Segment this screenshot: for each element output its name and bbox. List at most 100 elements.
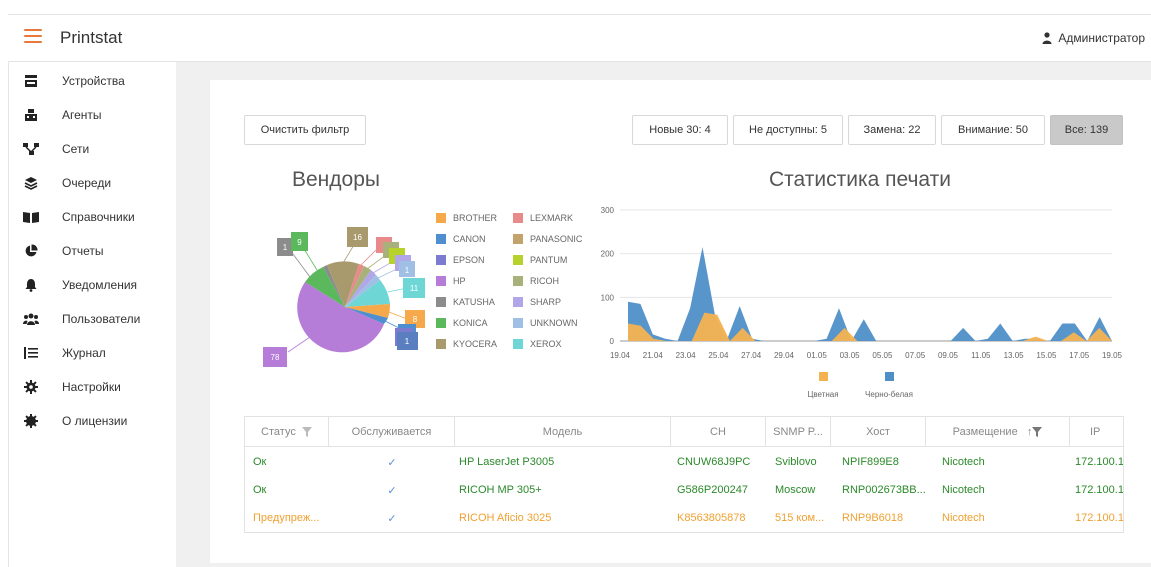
cell-ip: 172.100.1	[1075, 512, 1124, 524]
sidebar-item-networks[interactable]: Сети	[23, 138, 89, 160]
x-tick-label: 19.05	[1102, 351, 1123, 360]
book-icon	[23, 209, 39, 225]
vendor-label-konica: 9	[297, 238, 302, 247]
cell-ip: 172.100.1	[1075, 484, 1124, 496]
column-header-model[interactable]: Модель	[455, 417, 671, 446]
legend-konica: KONICA	[436, 318, 488, 328]
cell-snmp: 515 ком...	[775, 512, 825, 524]
x-tick-label: 03.05	[840, 351, 861, 360]
x-tick-label: 11.05	[971, 351, 991, 360]
check-icon: ✓	[387, 484, 397, 497]
sidebar-item-journal[interactable]: Журнал	[23, 342, 106, 364]
legend-label-color: Цветная	[807, 390, 838, 399]
sidebar-item-label: О лицензии	[62, 414, 128, 428]
column-header-snmp[interactable]: SNMP P...	[766, 417, 831, 446]
filter-icon[interactable]	[1032, 426, 1043, 437]
cell-status: Предупреж...	[253, 512, 320, 524]
legend-kyocera: KYOCERA	[436, 339, 497, 349]
sidebar-item-notifications[interactable]: Уведомления	[23, 274, 137, 296]
sidebar-item-settings[interactable]: Настройки	[23, 376, 121, 398]
user-name: Администратор	[1058, 31, 1145, 45]
legend-panasonic: PANASONIC	[513, 234, 582, 244]
sidebar: Устройства Агенты Сети Очереди Справочни…	[8, 62, 176, 567]
column-header-status[interactable]: Статус	[245, 417, 329, 446]
x-tick-label: 17.05	[1069, 351, 1090, 360]
cell-ip: 172.100.1	[1075, 456, 1124, 468]
sidebar-item-references[interactable]: Справочники	[23, 206, 135, 228]
chart-legend: Цветная Черно-белая	[807, 372, 913, 399]
users-icon	[23, 311, 39, 327]
column-header-ip[interactable]: IP	[1070, 417, 1123, 446]
printer-icon	[23, 73, 39, 89]
x-tick-label: 15.05	[1036, 351, 1057, 360]
chart-areas	[628, 247, 1112, 341]
filter-attention-button[interactable]: Внимание: 50	[941, 115, 1045, 145]
sidebar-item-users[interactable]: Пользователи	[23, 308, 140, 330]
bell-icon	[23, 277, 39, 293]
x-tick-label: 01.05	[807, 351, 828, 360]
sidebar-item-devices[interactable]: Устройства	[23, 70, 125, 92]
cell-sn: CNUW68J9PC	[677, 456, 751, 468]
legend-swatch-bw	[885, 372, 894, 381]
filter-replacement-button[interactable]: Замена: 22	[848, 115, 936, 145]
y-tick-label: 0	[610, 337, 615, 346]
cell-status: Ок	[253, 456, 267, 468]
sidebar-item-reports[interactable]: Отчеты	[23, 240, 103, 262]
legend-epson: EPSON	[436, 255, 485, 265]
column-header-serviced[interactable]: Обслуживается	[329, 417, 455, 446]
column-header-placement[interactable]: Размещение ↑	[926, 417, 1070, 446]
sidebar-item-license[interactable]: О лицензии	[23, 410, 127, 432]
print-stats-title: Статистика печати	[769, 168, 951, 191]
filter-all-button[interactable]: Все: 139	[1050, 115, 1123, 145]
x-tick-label: 27.04	[741, 351, 762, 360]
list-icon	[23, 345, 39, 361]
legend-lexmark: LEXMARK	[513, 213, 573, 223]
cell-placement: Nicotech	[942, 512, 985, 524]
vendor-label-xerox: 11	[410, 284, 419, 293]
filter-new-button[interactable]: Новые 30: 4	[632, 115, 728, 145]
devices-table: Статус Обслуживается Модель СН SNMP P...…	[244, 416, 1124, 533]
legend-xerox: XEROX	[513, 339, 562, 349]
gear-icon	[23, 379, 39, 395]
sidebar-item-label: Пользователи	[62, 312, 141, 326]
legend-katusha: KATUSHA	[436, 297, 495, 307]
top-bar: Printstat Администратор	[8, 14, 1151, 62]
table-row[interactable]: Ок ✓ HP LaserJet P3005 CNUW68J9PC Sviblo…	[245, 450, 1124, 474]
app-title: Printstat	[60, 28, 123, 47]
filter-unavailable-button[interactable]: Не доступны: 5	[733, 115, 843, 145]
cell-sn: K8563805878	[677, 512, 746, 524]
cell-host: RNP002673BB...	[842, 484, 926, 496]
print-stats-chart: 0 100 200 300 19.04 21.04 23.04 25.04 27.04 29.0…	[601, 206, 1123, 399]
x-tick-label: 19.04	[610, 351, 631, 360]
pie-chart-icon	[23, 243, 39, 259]
cell-host: RNP9B6018	[842, 512, 904, 524]
clear-filter-button[interactable]: Очистить фильтр	[244, 115, 366, 145]
sidebar-item-label: Устройства	[62, 74, 125, 88]
legend-label-bw: Черно-белая	[865, 390, 913, 399]
cell-sn: G586P200247	[677, 484, 748, 496]
cell-model: RICOH Aficio 3025	[459, 512, 552, 524]
vendors-title: Вендоры	[292, 168, 380, 191]
cell-snmp: Moscow	[775, 484, 816, 496]
user-menu[interactable]: Администратор	[1042, 31, 1145, 45]
y-tick-label: 100	[601, 293, 615, 302]
x-tick-label: 29.04	[774, 351, 795, 360]
column-header-host[interactable]: Хост	[831, 417, 926, 446]
x-tick-label: 21.04	[643, 351, 664, 360]
cell-model: RICOH MP 305+	[459, 484, 542, 496]
legend-swatch-color	[819, 372, 828, 381]
x-tick-label: 25.04	[708, 351, 729, 360]
sidebar-item-label: Очереди	[62, 176, 112, 190]
sidebar-item-agents[interactable]: Агенты	[23, 104, 102, 126]
check-icon: ✓	[387, 512, 397, 525]
filter-icon[interactable]	[301, 426, 312, 437]
sidebar-item-queues[interactable]: Очереди	[23, 172, 111, 194]
table-row[interactable]: Ок ✓ RICOH MP 305+ G586P200247 Moscow RN…	[245, 478, 1124, 502]
network-icon	[23, 141, 39, 157]
x-tick-label: 13.05	[1004, 351, 1025, 360]
column-header-sn[interactable]: СН	[671, 417, 766, 446]
y-tick-label: 300	[601, 206, 615, 215]
table-row[interactable]: Предупреж... ✓ RICOH Aficio 3025 K856380…	[245, 506, 1124, 530]
chart-x-axis: 19.04 21.04 23.04 25.04 27.04 29.04 01.05 03.05…	[610, 351, 1123, 360]
hamburger-menu-icon[interactable]	[24, 29, 42, 45]
